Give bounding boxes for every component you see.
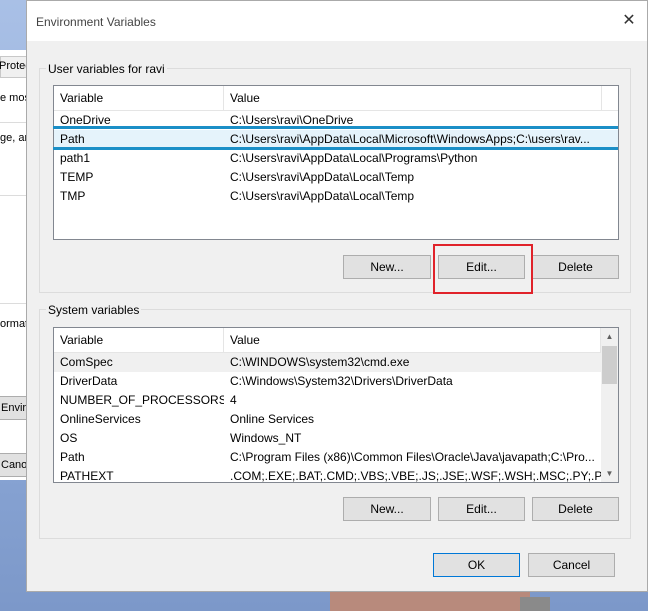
variable-value: Windows_NT <box>230 431 302 445</box>
column-header-value[interactable]: Value <box>224 86 602 110</box>
variable-value: .COM;.EXE;.BAT;.CMD;.VBS;.VBE;.JS;.JSE;.… <box>230 469 601 483</box>
environment-variables-dialog: Environment Variables ✕ User variables f… <box>26 0 648 592</box>
system-variables-label: System variables <box>46 303 142 317</box>
variable-name: ComSpec <box>60 355 113 369</box>
variable-name: OS <box>60 431 78 445</box>
variable-value: C:\Windows\System32\Drivers\DriverData <box>230 374 453 388</box>
close-icon[interactable]: ✕ <box>617 9 641 33</box>
list-item[interactable]: DriverData C:\Windows\System32\Drivers\D… <box>54 372 601 391</box>
variable-value: Online Services <box>230 412 315 426</box>
variable-value: C:\Users\ravi\AppData\Local\Temp <box>230 189 415 203</box>
list-item[interactable]: path1 C:\Users\ravi\AppData\Local\Progra… <box>54 149 618 168</box>
ok-button[interactable]: OK <box>433 553 520 577</box>
system-new-button[interactable]: New... <box>343 497 431 521</box>
window-title: Environment Variables <box>36 15 156 29</box>
list-item[interactable]: NUMBER_OF_PROCESSORS 4 <box>54 391 601 410</box>
list-item[interactable]: TEMP C:\Users\ravi\AppData\Local\Temp <box>54 168 618 187</box>
list-item[interactable]: OS Windows_NT <box>54 429 601 448</box>
variable-name: NUMBER_OF_PROCESSORS <box>60 393 224 407</box>
variable-value: C:\WINDOWS\system32\cmd.exe <box>230 355 410 369</box>
user-variables-label: User variables for ravi <box>46 62 167 76</box>
system-edit-button[interactable]: Edit... <box>438 497 525 521</box>
annotation-box <box>433 244 533 294</box>
variable-name: TMP <box>60 189 86 203</box>
list-header: Variable Value <box>54 86 618 111</box>
highlight-line-bottom <box>53 147 618 150</box>
column-header-variable[interactable]: Variable <box>54 328 224 352</box>
user-delete-button[interactable]: Delete <box>532 255 619 279</box>
title-bar: Environment Variables ✕ <box>27 1 647 41</box>
scroll-down-icon[interactable]: ▼ <box>601 465 618 482</box>
user-new-button[interactable]: New... <box>343 255 431 279</box>
desktop-wallpaper-detail <box>520 597 550 611</box>
variable-name: path1 <box>60 151 91 165</box>
column-header-value[interactable]: Value <box>224 328 601 352</box>
system-delete-button[interactable]: Delete <box>532 497 619 521</box>
variable-value: C:\Users\ravi\AppData\Local\Programs\Pyt… <box>230 151 478 165</box>
list-item[interactable]: Path C:\Program Files (x86)\Common Files… <box>54 448 601 467</box>
variable-value: C:\Program Files (x86)\Common Files\Orac… <box>230 450 595 464</box>
list-item[interactable]: ComSpec C:\WINDOWS\system32\cmd.exe <box>54 353 601 372</box>
system-variables-list[interactable]: Variable Value ComSpec C:\WINDOWS\system… <box>53 327 619 483</box>
column-header-variable[interactable]: Variable <box>54 86 224 110</box>
vertical-scrollbar[interactable]: ▲ ▼ <box>601 328 618 482</box>
user-variables-list[interactable]: Variable Value OneDrive C:\Users\ravi\On… <box>53 85 619 240</box>
list-item[interactable]: OnlineServices Online Services <box>54 410 601 429</box>
highlight-line-top <box>53 126 618 129</box>
cancel-button[interactable]: Cancel <box>528 553 615 577</box>
desktop-wallpaper-detail <box>330 592 530 611</box>
list-header: Variable Value <box>54 328 618 353</box>
variable-name: Path <box>60 450 85 464</box>
list-item[interactable]: TMP C:\Users\ravi\AppData\Local\Temp <box>54 187 618 206</box>
variable-value: 4 <box>230 393 237 407</box>
variable-name: TEMP <box>60 170 94 184</box>
scroll-up-icon[interactable]: ▲ <box>601 328 618 345</box>
variable-value: C:\Users\ravi\AppData\Local\Temp <box>230 170 415 184</box>
variable-name: DriverData <box>60 374 118 388</box>
static-text: ge, ar <box>0 132 29 144</box>
variable-name: PATHEXT <box>60 469 114 483</box>
variable-name: OnlineServices <box>60 412 141 426</box>
scrollbar-thumb[interactable] <box>602 346 617 384</box>
list-item[interactable]: PATHEXT .COM;.EXE;.BAT;.CMD;.VBS;.VBE;.J… <box>54 467 601 483</box>
